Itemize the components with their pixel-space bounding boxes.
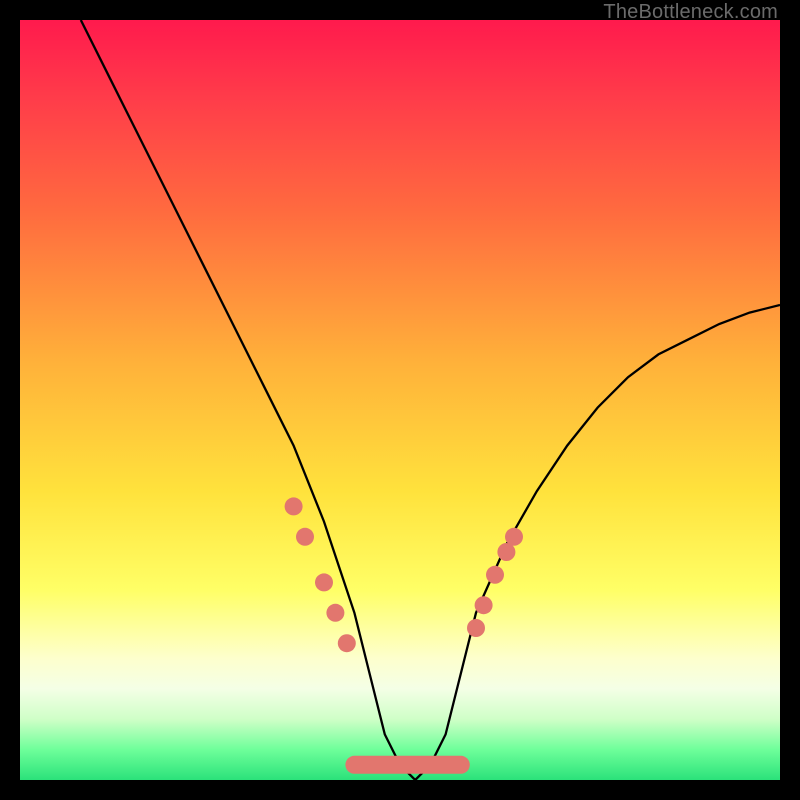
right-dot-1: [467, 619, 485, 637]
left-dot-5: [338, 634, 356, 652]
curve-layer: [81, 20, 780, 780]
left-dot-1: [285, 497, 303, 515]
right-dot-3: [486, 566, 504, 584]
left-dot-3: [315, 573, 333, 591]
bottleneck-curve-path: [81, 20, 780, 780]
chart-svg: [20, 20, 780, 780]
chart-frame: TheBottleneck.com: [0, 0, 800, 800]
right-dot-2: [475, 596, 493, 614]
left-dot-4: [326, 604, 344, 622]
watermark-text: TheBottleneck.com: [603, 1, 778, 24]
right-dot-5: [505, 528, 523, 546]
left-dot-2: [296, 528, 314, 546]
marker-layer: [285, 497, 523, 652]
plot-area: [20, 20, 780, 780]
